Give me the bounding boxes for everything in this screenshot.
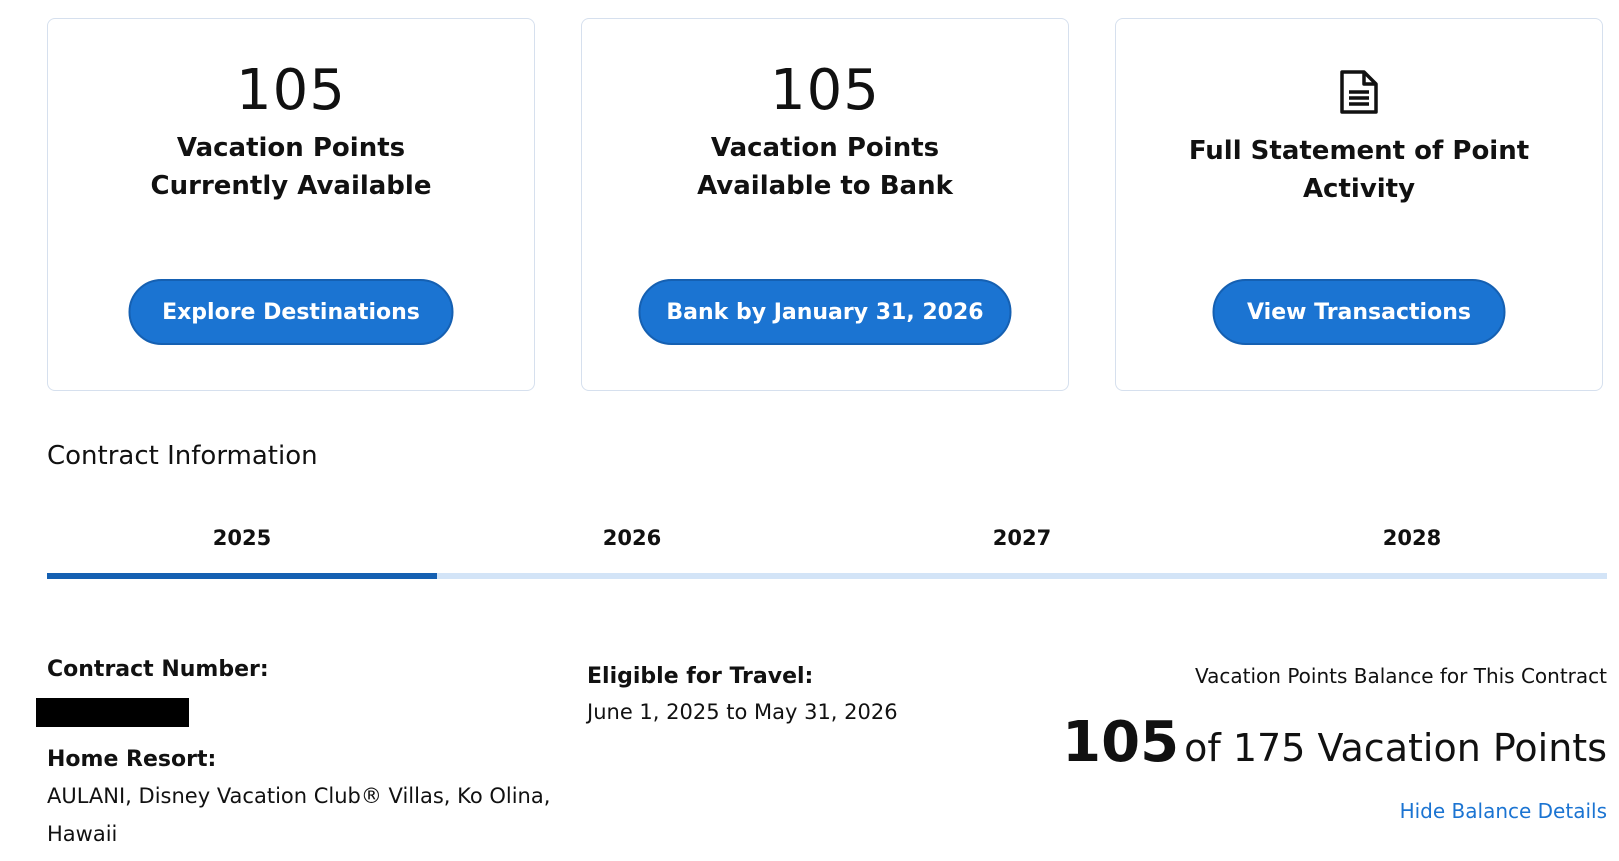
tab-2027[interactable]: 2027 (827, 512, 1217, 562)
eligible-travel-label: Eligible for Travel: (587, 664, 814, 689)
points-to-bank-label: Vacation Points Available to Bank (602, 129, 1048, 205)
card-full-statement: Full Statement of Point Activity View Tr… (1115, 18, 1603, 391)
home-resort-value: AULANI, Disney Vacation Club® Villas, Ko… (47, 777, 550, 853)
view-transactions-button[interactable]: View Transactions (1212, 279, 1506, 345)
points-available-label-line2: Currently Available (150, 171, 432, 201)
tab-2025[interactable]: 2025 (47, 512, 437, 562)
contract-number-label: Contract Number: (47, 657, 269, 682)
points-to-bank-number: 105 (770, 58, 880, 123)
points-to-bank-label-line2: Available to Bank (697, 171, 953, 201)
full-statement-label: Full Statement of Point Activity (1136, 132, 1582, 208)
contract-information-title: Contract Information (47, 441, 318, 471)
full-statement-label-line2: Activity (1302, 174, 1416, 204)
eligible-travel-value: June 1, 2025 to May 31, 2026 (587, 700, 898, 724)
explore-destinations-button[interactable]: Explore Destinations (128, 279, 454, 345)
document-icon (1340, 70, 1378, 114)
bank-points-button[interactable]: Bank by January 31, 2026 (638, 279, 1012, 345)
full-statement-label-line1: Full Statement of Point (1188, 136, 1530, 166)
points-available-label: Vacation Points Currently Available (68, 129, 514, 205)
tab-2028[interactable]: 2028 (1217, 512, 1607, 562)
page: 105 Vacation Points Currently Available … (0, 0, 1619, 861)
points-available-number: 105 (236, 58, 346, 123)
hide-balance-details-link[interactable]: Hide Balance Details (1400, 799, 1607, 823)
home-resort-value-line2: Hawaii (47, 822, 118, 846)
tab-2026[interactable]: 2026 (437, 512, 827, 562)
points-to-bank-label-line1: Vacation Points (710, 133, 940, 163)
balance-total: of 175 Vacation Points (1184, 726, 1607, 770)
home-resort-label: Home Resort: (47, 747, 217, 772)
contract-number-redacted (36, 698, 189, 727)
points-available-label-line1: Vacation Points (176, 133, 406, 163)
active-tab-indicator (47, 573, 437, 579)
year-tabs: 2025 2026 2027 2028 (47, 512, 1607, 562)
home-resort-value-line1: AULANI, Disney Vacation Club® Villas, Ko… (47, 784, 551, 808)
balance-summary: 105 of 175 Vacation Points (1062, 710, 1607, 775)
balance-current: 105 (1062, 710, 1180, 775)
balance-caption: Vacation Points Balance for This Contrac… (1195, 664, 1607, 688)
summary-cards: 105 Vacation Points Currently Available … (47, 18, 1603, 391)
card-points-to-bank: 105 Vacation Points Available to Bank Ba… (581, 18, 1069, 391)
card-points-available: 105 Vacation Points Currently Available … (47, 18, 535, 391)
